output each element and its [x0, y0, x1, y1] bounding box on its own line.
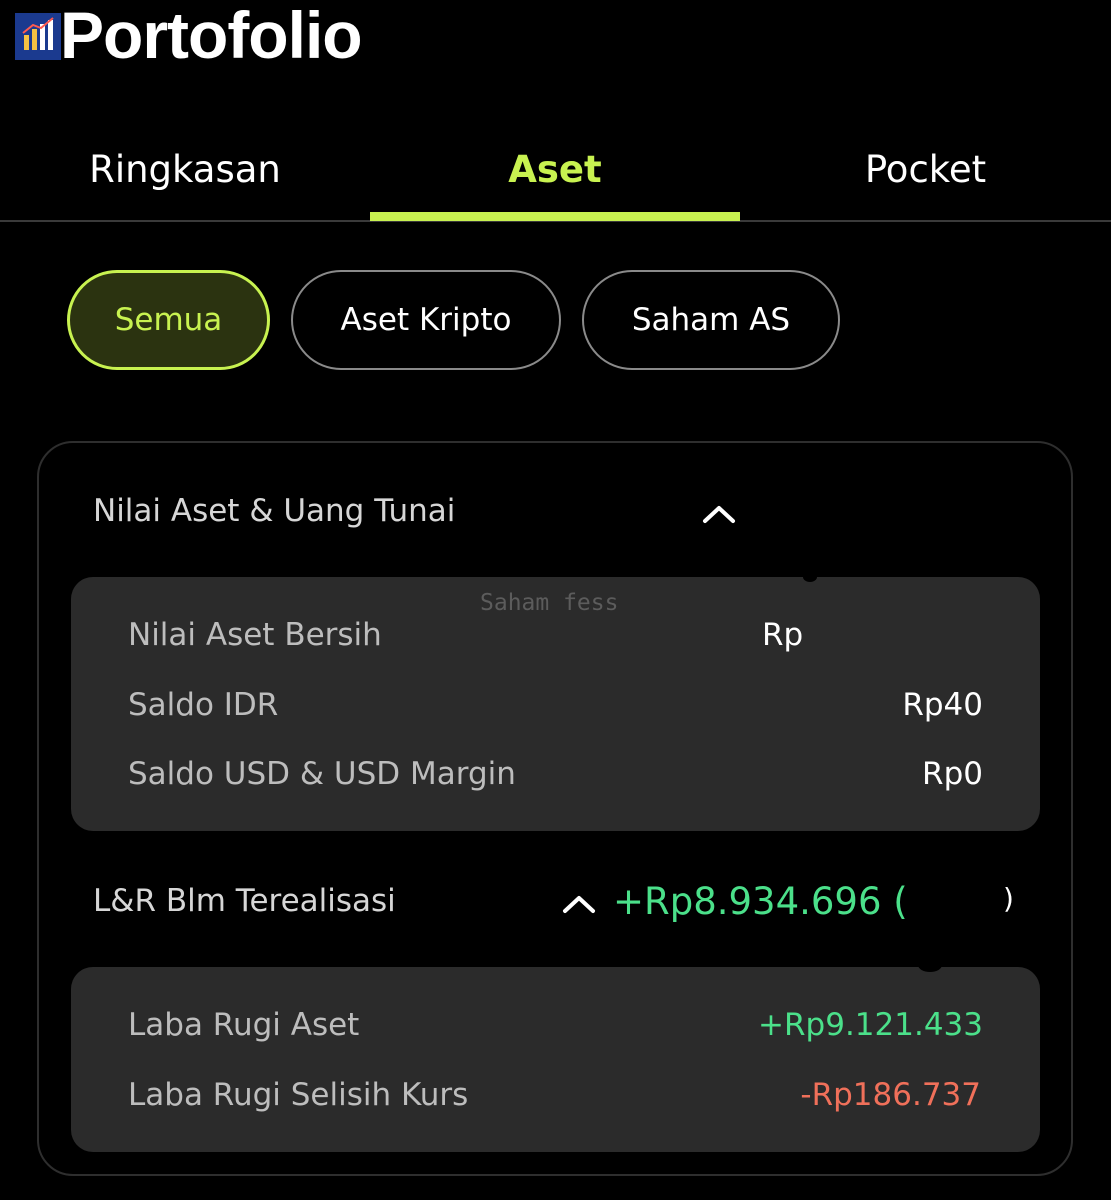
- asset-pnl-value: +Rp9.121.433: [758, 1007, 983, 1043]
- net-asset-label: Nilai Aset Bersih: [128, 617, 382, 653]
- tab-pocket[interactable]: Pocket: [740, 140, 1111, 200]
- watermark: Saham fess: [480, 590, 619, 616]
- fx-pnl-value: -Rp186.737: [800, 1077, 981, 1113]
- panel-notch: [803, 572, 817, 582]
- bar-chart-icon: [15, 13, 61, 60]
- filter-chip-aset-kripto[interactable]: Aset Kripto: [291, 270, 561, 370]
- idr-balance-value: Rp40: [902, 687, 983, 723]
- idr-balance-label: Saldo IDR: [128, 687, 279, 723]
- unrealized-pnl-total: +Rp8.934.696 (: [613, 880, 908, 923]
- unrealized-pnl-total-close: ): [1003, 882, 1014, 915]
- usd-balance-label: Saldo USD & USD Margin: [128, 756, 516, 792]
- fx-pnl-label: Laba Rugi Selisih Kurs: [128, 1077, 469, 1113]
- page-title: Portofolio: [60, 0, 363, 72]
- chevron-up-icon[interactable]: [559, 892, 599, 916]
- unrealized-pnl-label: L&R Blm Terealisasi: [93, 883, 396, 919]
- app-logo: [15, 13, 61, 60]
- usd-balance-value: Rp0: [922, 756, 983, 792]
- net-asset-value: Rp: [762, 617, 804, 653]
- asset-pnl-label: Laba Rugi Aset: [128, 1007, 360, 1043]
- filter-chip-semua[interactable]: Semua: [67, 270, 270, 370]
- tab-ringkasan[interactable]: Ringkasan: [0, 140, 370, 200]
- active-tab-indicator: [370, 212, 740, 221]
- chevron-up-icon[interactable]: [699, 502, 739, 526]
- asset-cash-section-label: Nilai Aset & Uang Tunai: [93, 493, 456, 529]
- tab-aset[interactable]: Aset: [370, 140, 740, 200]
- panel-notch: [918, 958, 942, 972]
- filter-chip-saham-as[interactable]: Saham AS: [582, 270, 840, 370]
- pnl-panel: [71, 967, 1040, 1152]
